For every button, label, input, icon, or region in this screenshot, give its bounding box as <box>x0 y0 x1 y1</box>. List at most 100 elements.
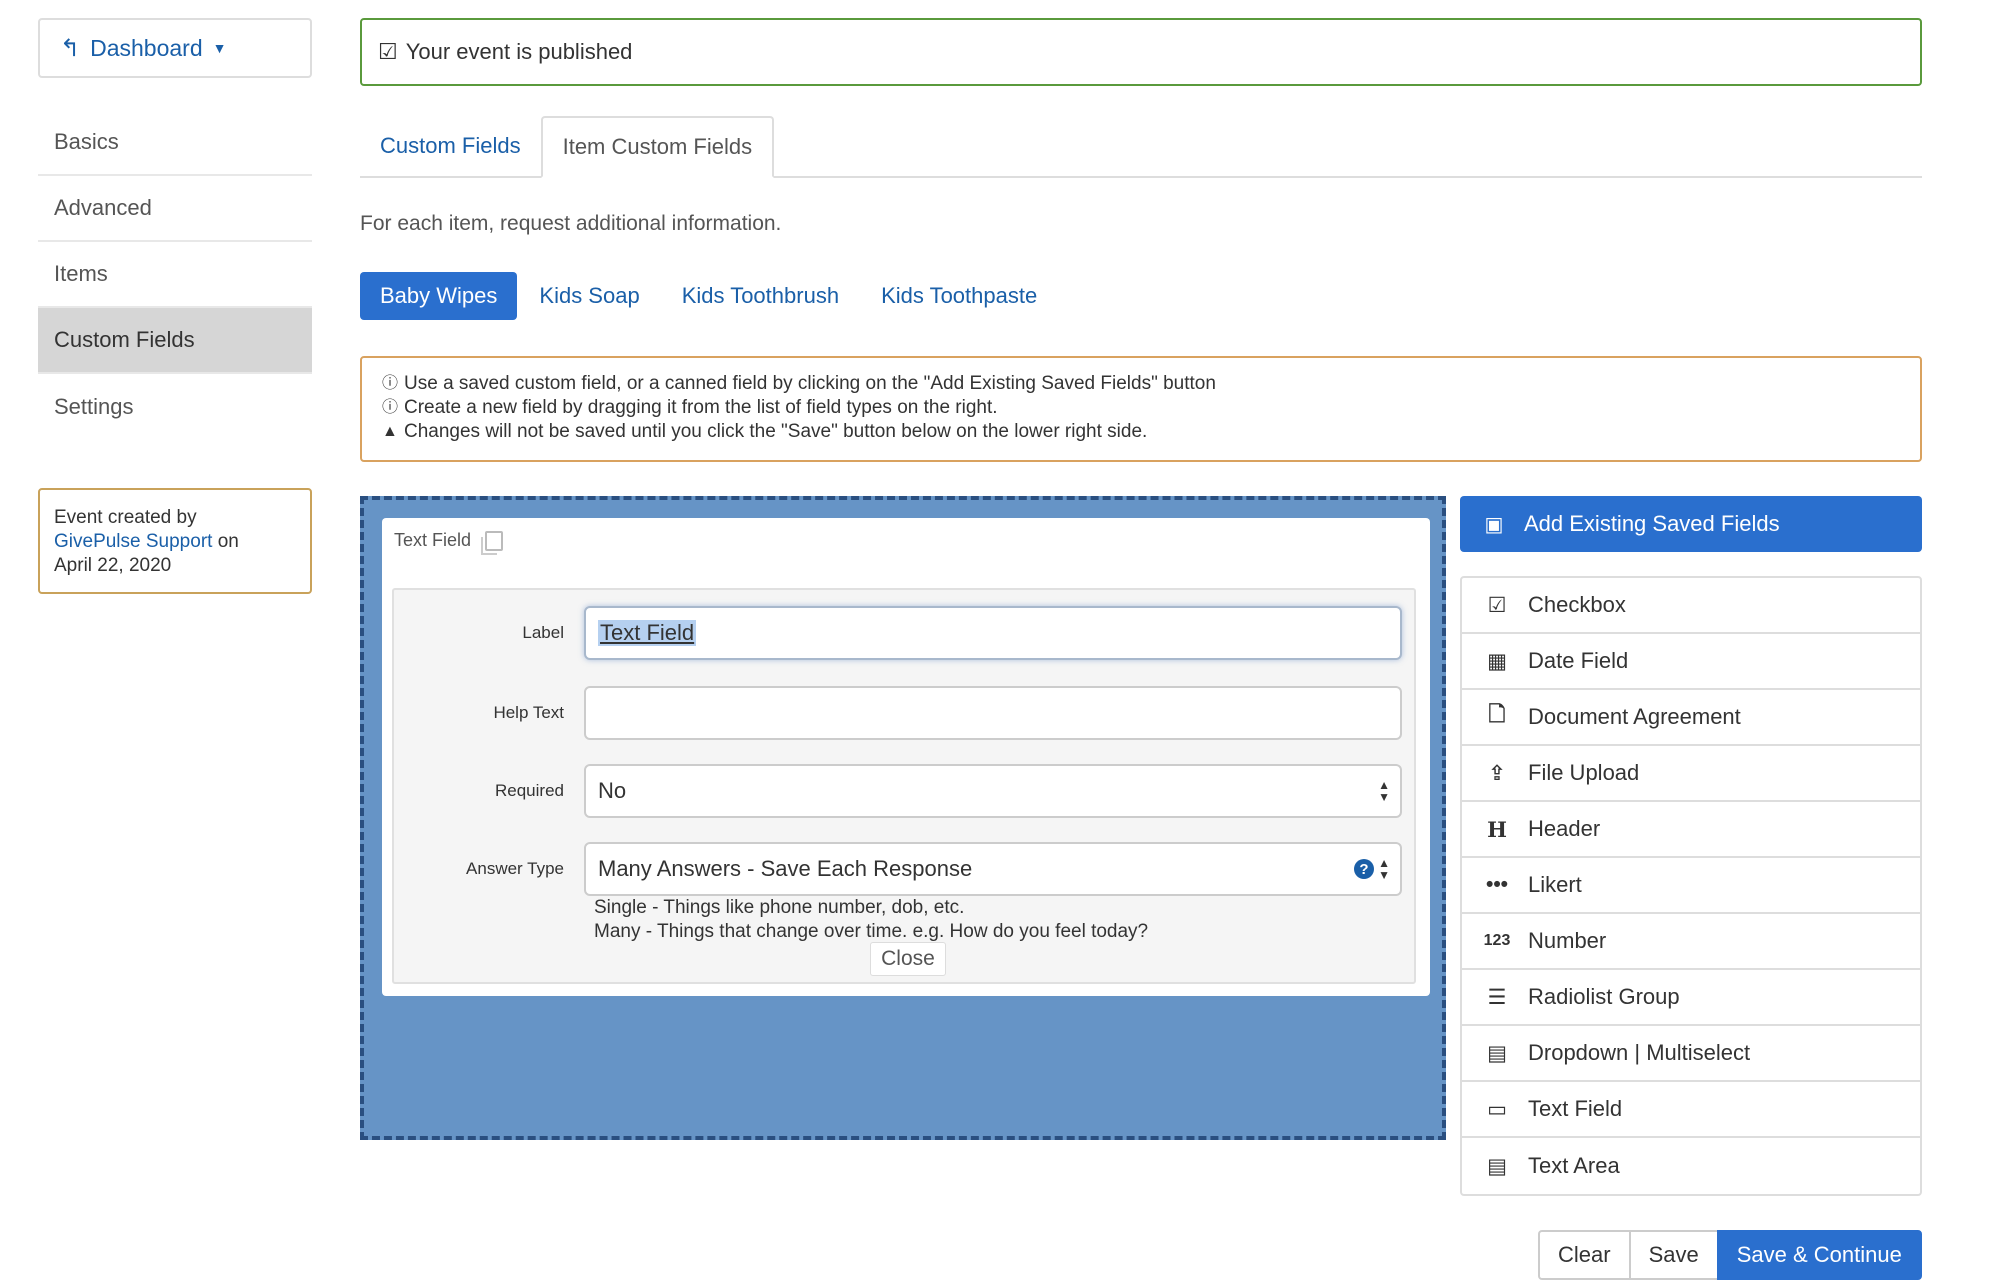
published-alert-text: Your event is published <box>405 39 633 64</box>
created-suffix: on <box>212 531 239 552</box>
tab-label: Custom Fields <box>380 133 521 158</box>
reply-arrow-icon: ↰ <box>60 34 81 62</box>
ellipsis-icon: ••• <box>1485 873 1509 896</box>
field-type-text-field[interactable]: ▭ Text Field <box>1462 1082 1920 1138</box>
clear-button[interactable]: Clear <box>1538 1230 1631 1280</box>
field-type-label: Date Field <box>1528 648 1629 673</box>
label-row: Label Text Field <box>394 606 1402 660</box>
required-select[interactable]: No ▲ ▼ <box>584 764 1402 818</box>
sidebar-item-basics[interactable]: Basics <box>38 110 312 176</box>
tab-bar: Custom Fields Item Custom Fields <box>360 116 1922 178</box>
action-buttons: Clear Save Save & Continue <box>1538 1230 1922 1280</box>
field-type-header[interactable]: H Header <box>1462 802 1920 858</box>
field-card[interactable]: Text Field Label Text Field Help Text Re… <box>382 518 1430 996</box>
answer-type-select[interactable]: Many Answers - Save Each Response ? ▲ ▼ <box>584 842 1402 896</box>
item-pill-label: Kids Toothpaste <box>881 283 1038 308</box>
instructions-box: ⓘ Use a saved custom field, or a canned f… <box>360 356 1922 462</box>
dashboard-button[interactable]: ↰ Dashboard ▼ <box>38 18 312 78</box>
field-type-label: Dropdown | Multiselect <box>1528 1040 1751 1065</box>
answer-type-help: Single - Things like phone number, dob, … <box>594 896 1148 944</box>
answer-help-line: Single - Things like phone number, dob, … <box>594 897 965 918</box>
check-square-icon: ☑ <box>378 39 398 64</box>
sidebar-item-label: Advanced <box>54 195 152 220</box>
instruction-line: Changes will not be saved until you clic… <box>404 421 1148 442</box>
form-builder-dropzone[interactable]: Text Field Label Text Field Help Text Re… <box>360 496 1446 1140</box>
answer-type-row: Answer Type Many Answers - Save Each Res… <box>394 842 1402 896</box>
field-type-label: Number <box>1528 928 1607 953</box>
archive-icon: ▣ <box>1484 513 1504 536</box>
field-type-label: Header <box>1528 816 1601 841</box>
required-select-value: No <box>598 778 627 803</box>
list-icon: ☰ <box>1487 985 1507 1009</box>
item-pill-kids-toothbrush[interactable]: Kids Toothbrush <box>662 272 859 320</box>
copy-icon[interactable] <box>481 530 504 555</box>
field-type-document-agreement[interactable]: 🗋 Document Agreement <box>1462 690 1920 746</box>
sidebar-item-settings[interactable]: Settings <box>38 374 312 440</box>
add-existing-saved-fields-button[interactable]: ▣ Add Existing Saved Fields <box>1460 496 1922 552</box>
field-card-title: Text Field <box>394 530 472 550</box>
save-continue-button[interactable]: Save & Continue <box>1716 1230 1922 1280</box>
field-type-text-area[interactable]: ▤ Text Area <box>1462 1138 1920 1194</box>
document-icon: 🗋 <box>1488 702 1506 726</box>
caret-down-icon: ▼ <box>212 40 227 56</box>
header-icon: H <box>1487 816 1507 842</box>
instruction-line: Create a new field by dragging it from t… <box>404 397 998 418</box>
tab-custom-fields[interactable]: Custom Fields <box>360 116 541 176</box>
field-type-date[interactable]: ▦ Date Field <box>1462 634 1920 690</box>
created-prefix: Event created by <box>54 507 197 528</box>
calendar-icon: ▦ <box>1487 649 1507 673</box>
sidebar-nav: Basics Advanced Items Custom Fields Sett… <box>38 110 312 440</box>
info-circle-icon: ⓘ <box>382 399 399 416</box>
sidebar-item-items[interactable]: Items <box>38 242 312 308</box>
instruction-line: Use a saved custom field, or a canned fi… <box>404 373 1216 394</box>
info-circle-icon: ⓘ <box>382 375 399 392</box>
field-card-header: Text Field <box>394 530 504 555</box>
field-type-label: Checkbox <box>1528 592 1626 617</box>
select-arrows-icon: ▲ ▼ <box>1378 856 1390 882</box>
close-button[interactable]: Close <box>870 942 946 976</box>
field-type-radiolist-group[interactable]: ☰ Radiolist Group <box>1462 970 1920 1026</box>
warning-triangle-icon: ▲ <box>382 423 398 440</box>
published-alert: ☑ Your event is published <box>360 18 1922 86</box>
creator-link[interactable]: GivePulse Support <box>54 531 212 552</box>
item-pills: Baby Wipes Kids Soap Kids Toothbrush Kid… <box>360 272 1059 320</box>
item-pill-baby-wipes[interactable]: Baby Wipes <box>360 272 518 320</box>
select-arrows-icon: ▲ ▼ <box>1378 778 1390 804</box>
help-text-input[interactable] <box>584 686 1402 740</box>
dashboard-label: Dashboard <box>90 34 203 61</box>
field-type-likert[interactable]: ••• Likert <box>1462 858 1920 914</box>
label-input[interactable]: Text Field <box>584 606 1402 660</box>
number-icon: 123 <box>1483 932 1511 949</box>
checkbox-icon: ☑ <box>1487 593 1507 617</box>
sidebar-item-label: Items <box>54 261 108 286</box>
help-text-label: Help Text <box>493 703 564 722</box>
field-type-label: Radiolist Group <box>1528 984 1680 1009</box>
sidebar-item-label: Settings <box>54 394 134 419</box>
field-type-file-upload[interactable]: ⇪ File Upload <box>1462 746 1920 802</box>
sidebar-item-label: Basics <box>54 129 119 154</box>
field-type-dropdown-multiselect[interactable]: ▤ Dropdown | Multiselect <box>1462 1026 1920 1082</box>
question-circle-icon[interactable]: ? <box>1354 859 1374 879</box>
answer-type-label: Answer Type <box>466 859 564 878</box>
item-pill-kids-soap[interactable]: Kids Soap <box>519 272 659 320</box>
sidebar-item-advanced[interactable]: Advanced <box>38 176 312 242</box>
item-pill-label: Kids Soap <box>539 283 640 308</box>
sidebar-item-custom-fields[interactable]: Custom Fields <box>38 308 312 374</box>
field-type-number[interactable]: 123 Number <box>1462 914 1920 970</box>
answer-type-value: Many Answers - Save Each Response <box>598 856 973 881</box>
answer-help-line: Many - Things that change over time. e.g… <box>594 921 1149 942</box>
field-type-checkbox[interactable]: ☑ Checkbox <box>1462 578 1920 634</box>
save-button[interactable]: Save <box>1628 1230 1719 1280</box>
item-pill-kids-toothpaste[interactable]: Kids Toothpaste <box>861 272 1057 320</box>
textarea-icon: ▤ <box>1487 1154 1507 1178</box>
field-edit-panel: Label Text Field Help Text Required No ▲… <box>392 588 1416 984</box>
required-row: Required No ▲ ▼ <box>394 764 1402 818</box>
tab-item-custom-fields[interactable]: Item Custom Fields <box>540 116 775 178</box>
intro-text: For each item, request additional inform… <box>360 212 782 235</box>
textfield-icon: ▭ <box>1487 1097 1507 1121</box>
event-created-box: Event created by GivePulse Support on Ap… <box>38 488 312 594</box>
item-pill-label: Kids Toothbrush <box>681 283 840 308</box>
label-field-label: Label <box>522 623 564 642</box>
field-type-label: Text Field <box>1528 1096 1623 1121</box>
field-type-label: Text Area <box>1528 1153 1620 1178</box>
